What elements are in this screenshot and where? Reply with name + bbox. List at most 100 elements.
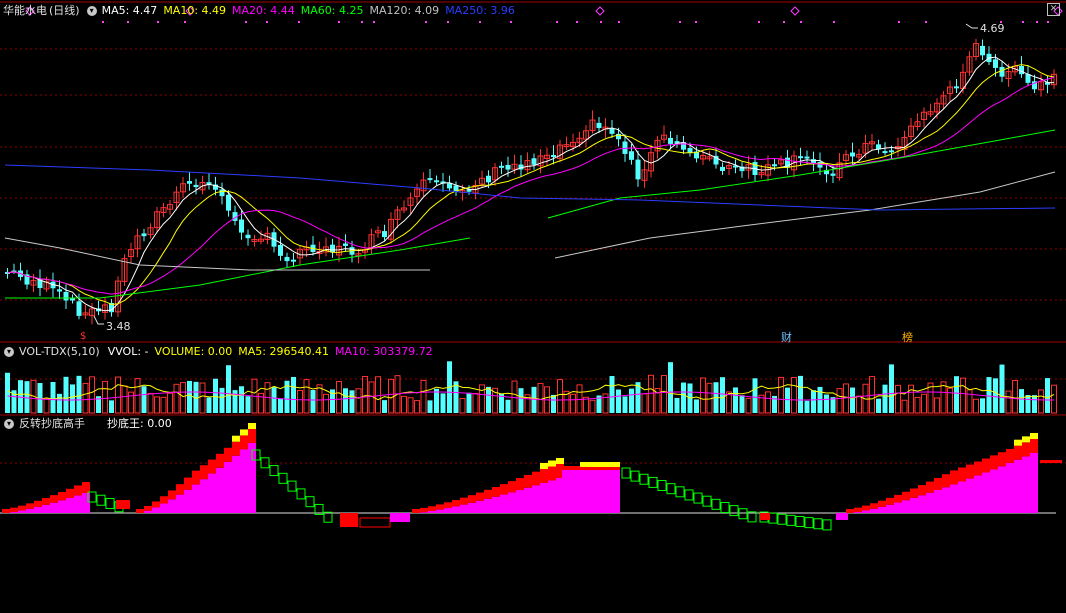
ma20-line	[7, 76, 1055, 295]
indicator-magenta-bar	[144, 510, 152, 513]
indicator-green-step	[657, 480, 667, 492]
indicator-green-step	[711, 498, 721, 510]
volume-bar-up	[472, 392, 479, 414]
candle-down	[245, 234, 251, 239]
volume-bar-down	[239, 386, 244, 413]
volume-bar-up	[102, 380, 108, 414]
candle-down	[226, 194, 231, 211]
close-icon[interactable]: ✕	[1047, 3, 1060, 16]
volume-bar-down	[986, 377, 992, 413]
indicator-magenta-bar	[50, 502, 58, 513]
indicator-magenta-bar	[176, 494, 184, 513]
low-price-marker: 3.48	[106, 320, 131, 333]
volume-bar-down	[63, 376, 69, 413]
indicator-green-step	[693, 492, 703, 504]
indicator-magenta-bar	[10, 511, 18, 513]
indicator-red-bar	[902, 491, 910, 501]
volume-ma10-line	[7, 391, 1055, 401]
volume-bar-up	[180, 382, 186, 414]
indicator-red-bar	[548, 466, 556, 481]
volume-bar-down	[1025, 395, 1031, 413]
indicator-red-bar	[42, 498, 50, 505]
candle-down	[635, 159, 641, 180]
indicator-magenta-bar	[42, 504, 50, 513]
candle-down	[889, 150, 894, 153]
candle-down	[980, 45, 985, 56]
indicator-magenta-bar	[208, 473, 216, 513]
report-badge[interactable]: 财	[781, 329, 792, 345]
top-event-dot	[758, 21, 760, 23]
volume-bar-down	[551, 394, 556, 413]
volume-bar-up	[154, 396, 160, 414]
top-event-dot	[479, 21, 481, 23]
indicator-settings-icon[interactable]: ▾	[4, 419, 14, 429]
dividend-marker[interactable]: $	[80, 331, 86, 342]
indicator-magenta-bar	[444, 508, 452, 513]
volume-bar-up	[934, 397, 940, 414]
volume-bar-up	[420, 379, 427, 414]
indicator-magenta-bar	[1014, 459, 1022, 513]
settings-toggle-icon[interactable]: ▾	[86, 6, 97, 16]
candle-down	[57, 289, 62, 292]
indicator-magenta-bar	[468, 502, 476, 513]
indicator-red-bar	[910, 488, 918, 498]
indicator-magenta-bar	[492, 496, 500, 513]
indicator-magenta-bar	[18, 510, 26, 513]
volume-bar-up	[914, 396, 921, 414]
indicator-magenta-bar	[540, 482, 548, 513]
indicator-red-bar	[436, 504, 444, 510]
volume-bar-down	[271, 387, 277, 413]
indicator-magenta-dip	[836, 513, 848, 520]
volume-bar-up	[115, 376, 121, 414]
indicator-magenta-bar	[500, 494, 508, 513]
ma-value-3: MA60: 4.25	[300, 4, 364, 17]
indicator-magenta-bar	[548, 480, 556, 513]
volume-bar-down	[954, 376, 959, 413]
stock-name[interactable]: 华能水电	[3, 3, 47, 19]
indicator-red-bar	[998, 452, 1006, 467]
top-event-dot	[800, 21, 802, 23]
indicator-red-bar	[934, 477, 942, 491]
volume-bar-down	[531, 386, 537, 413]
indicator-red-bar	[248, 429, 256, 443]
indicator-red-tail	[1040, 460, 1062, 463]
indicator-green-step	[675, 486, 685, 498]
indicator-green-step	[795, 516, 805, 527]
indicator-magenta-bar	[200, 479, 208, 513]
indicator-red-bar	[224, 447, 232, 462]
indicator-red-bar	[942, 474, 950, 488]
indicator-green-step	[323, 511, 333, 523]
indicator-red-bar	[216, 453, 224, 468]
top-event-dot	[447, 21, 449, 23]
indicator-red-bar	[34, 500, 42, 507]
volume-settings-icon[interactable]: ▾	[4, 347, 14, 357]
indicator-red-bar	[460, 497, 468, 505]
indicator-name[interactable]: 反转抄底高手	[19, 416, 85, 432]
indicator-yellow-bar	[248, 423, 256, 429]
indicator-value-0: 抄底王: 0.00	[107, 417, 172, 430]
period-label[interactable]: (日线)	[49, 3, 80, 19]
volume-bar-up	[323, 393, 329, 414]
indicator-red-bar	[1014, 445, 1022, 460]
candle-down	[596, 122, 602, 129]
indicator-red-bar	[990, 455, 998, 470]
volume-panel-header: ▾ VOL-TDX(5,10) VVOL: - VOLUME: 0.00 MA5: …	[2, 344, 444, 360]
top-event-dot	[925, 21, 927, 23]
volume-bar-up	[199, 382, 206, 414]
indicator-green-step	[786, 514, 796, 526]
low-leader	[93, 315, 104, 325]
indicator-red-bar	[232, 441, 240, 456]
volume-indicator-name[interactable]: VOL-TDX(5,10)	[19, 344, 100, 360]
candle-down	[219, 189, 225, 197]
indicator-red-bar	[136, 509, 144, 513]
stock-chart-canvas[interactable]	[0, 0, 1066, 613]
candle-down	[687, 148, 693, 153]
indicator-red-bar	[468, 495, 476, 503]
list-badge[interactable]: 榜	[902, 329, 913, 345]
indicator-yellow-bar	[1022, 436, 1030, 443]
top-event-dot	[425, 21, 427, 23]
indicator-red-bar	[958, 467, 966, 482]
candle-down	[76, 301, 82, 316]
volume-bar-down	[70, 384, 75, 413]
volume-bar-down	[622, 396, 628, 413]
